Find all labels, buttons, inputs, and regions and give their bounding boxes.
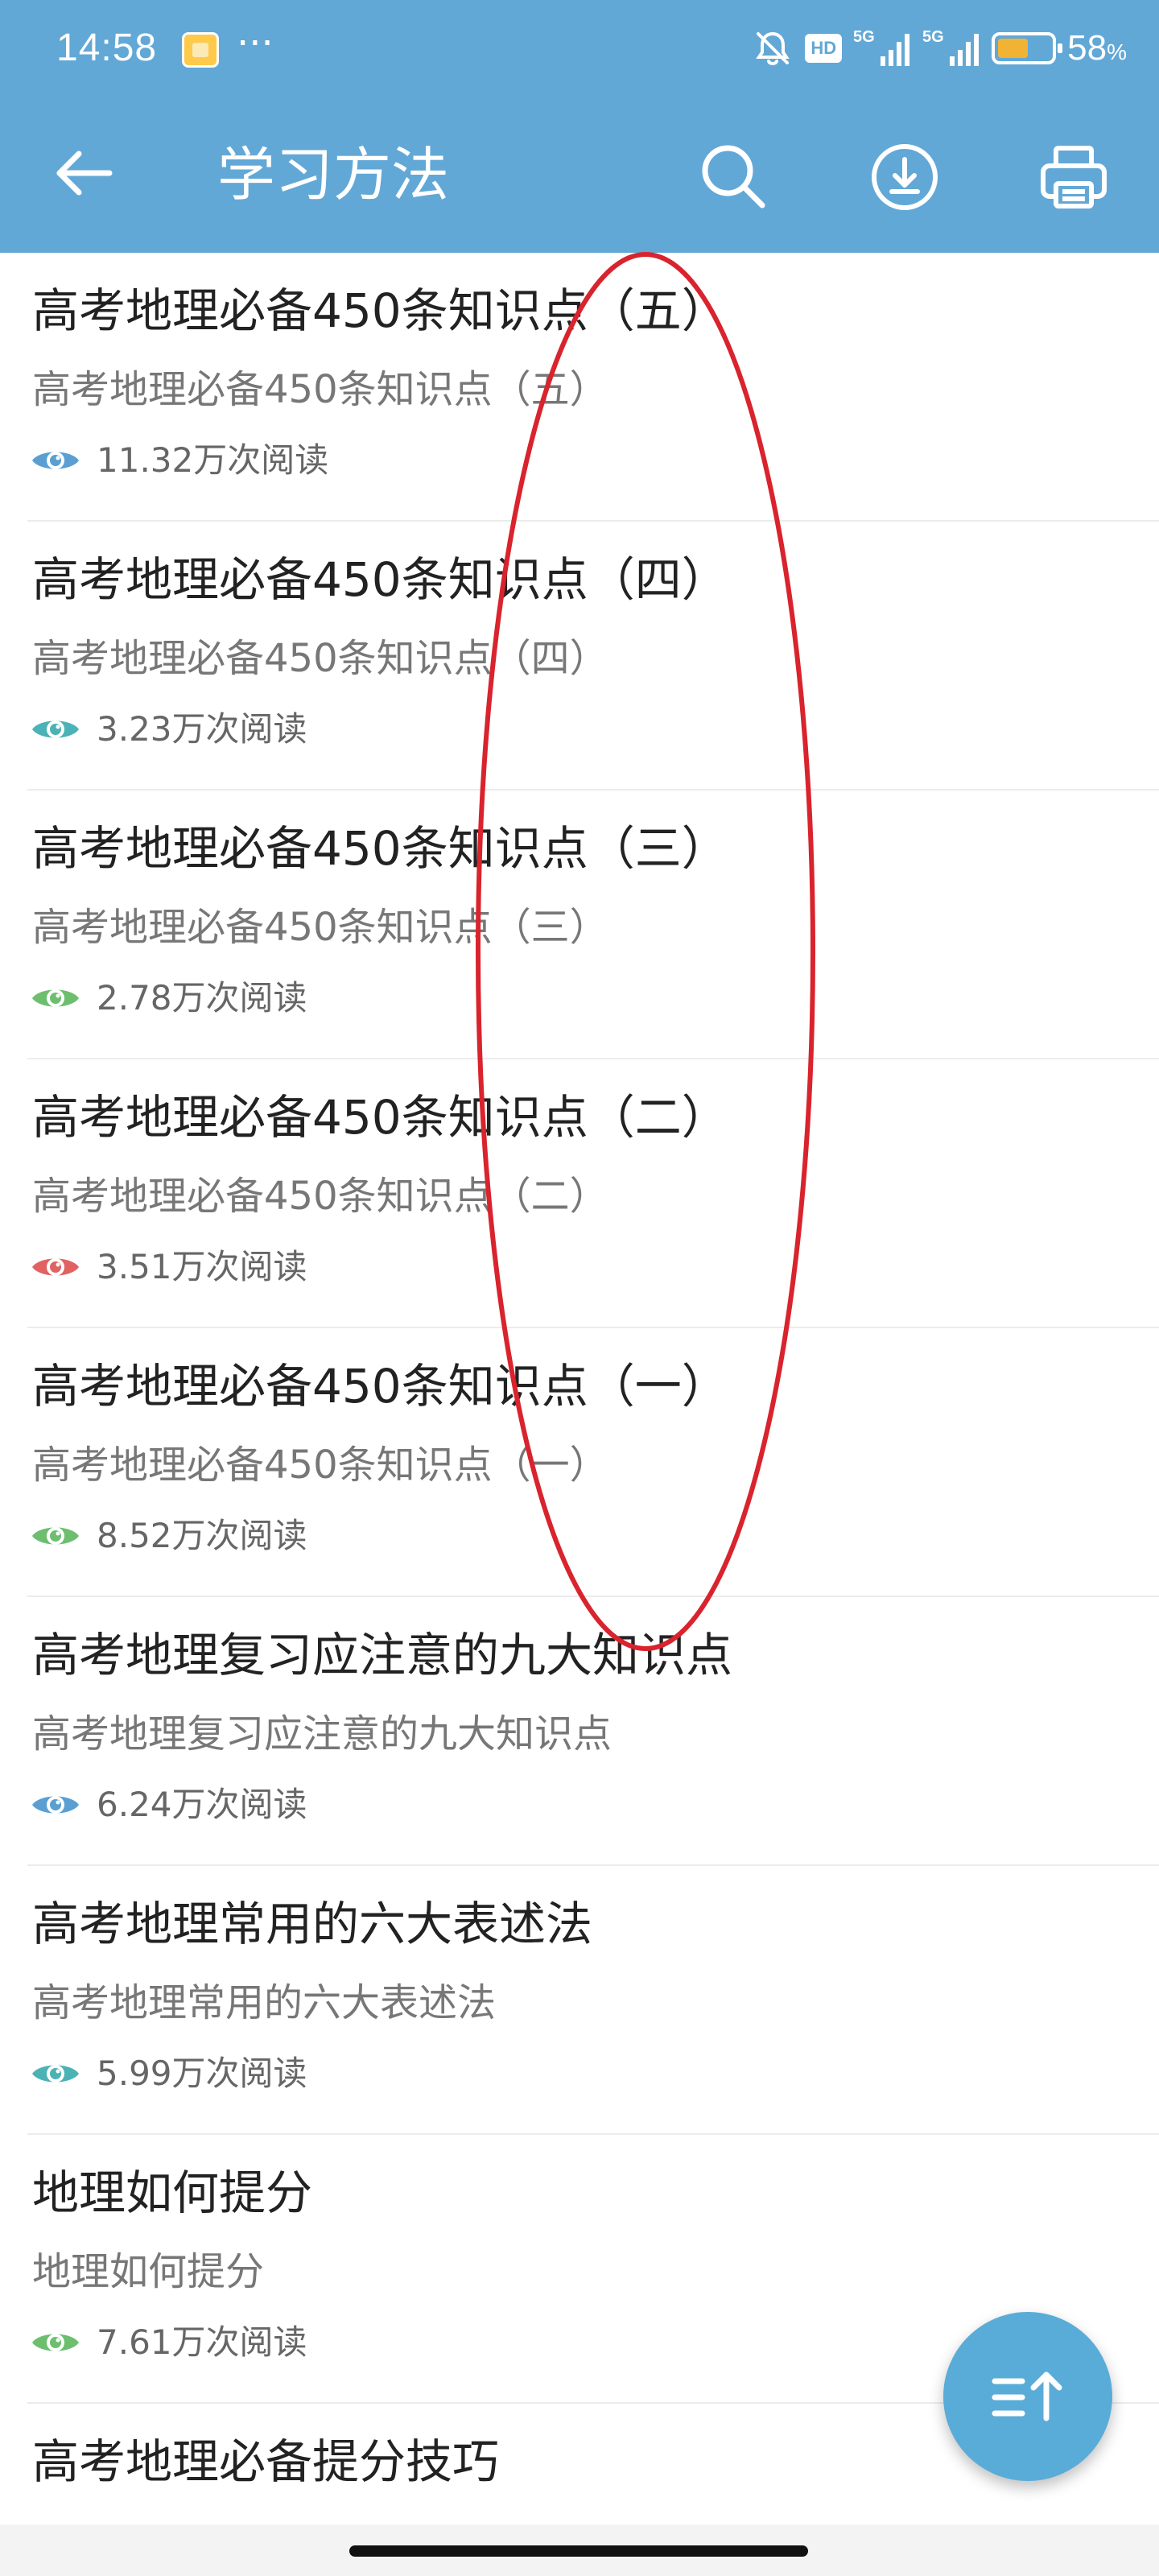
view-count: 2.78万次阅读: [31, 974, 307, 1022]
eye-icon: [32, 1796, 79, 1814]
list-item[interactable]: 高考地理复习应注意的九大知识点 高考地理复习应注意的九大知识点 6.24万次阅读: [27, 1597, 1159, 1866]
view-count-label: 6.24万次阅读: [97, 1785, 307, 1824]
article-subtitle: 高考地理必备450条知识点（三）: [32, 905, 608, 950]
view-count-label: 8.52万次阅读: [97, 1516, 307, 1555]
view-count: 7.61万次阅读: [31, 2318, 307, 2367]
article-title: 高考地理必备450条知识点（一）: [32, 1359, 728, 1414]
toolbar: 学习方法: [0, 103, 1159, 253]
article-subtitle: 高考地理必备450条知识点（二）: [32, 1174, 608, 1219]
view-count: 3.51万次阅读: [31, 1243, 307, 1291]
article-subtitle: 高考地理必备450条知识点（四）: [32, 636, 608, 681]
app-header: 14:58 ··· HD 5G 5G 58% 学习方法: [0, 0, 1159, 253]
view-count: 5.99万次阅读: [31, 2050, 307, 2098]
article-title: 高考地理必备450条知识点（二）: [32, 1090, 728, 1145]
eye-icon: [32, 2065, 79, 2083]
app-notification-icon: [182, 32, 219, 68]
view-count-label: 7.61万次阅读: [97, 2322, 307, 2362]
list-item[interactable]: 高考地理必备450条知识点（四） 高考地理必备450条知识点（四） 3.23万次阅读: [27, 522, 1159, 791]
view-count: 6.24万次阅读: [31, 1781, 307, 1829]
signal-icon: 5G: [853, 27, 911, 69]
view-count: 11.32万次阅读: [31, 436, 328, 485]
search-icon[interactable]: [694, 137, 774, 217]
download-icon[interactable]: [864, 137, 945, 217]
article-subtitle: 地理如何提分: [32, 2249, 265, 2294]
status-time: 14:58: [56, 27, 158, 69]
article-subtitle: 高考地理常用的六大表述法: [32, 1980, 497, 2025]
article-title: 高考地理必备提分技巧: [32, 2434, 500, 2489]
list-item[interactable]: 高考地理常用的六大表述法 高考地理常用的六大表述法 5.99万次阅读: [27, 1866, 1159, 2135]
network-5g-label-2: 5G: [922, 28, 944, 46]
article-title: 高考地理必备450条知识点（三）: [32, 821, 728, 876]
view-count: 8.52万次阅读: [31, 1512, 307, 1560]
list-item[interactable]: 高考地理必备450条知识点（一） 高考地理必备450条知识点（一） 8.52万次阅读: [27, 1328, 1159, 1597]
home-gesture-handle[interactable]: [349, 2545, 808, 2557]
article-subtitle: 高考地理必备450条知识点（五）: [32, 367, 608, 412]
view-count-label: 5.99万次阅读: [97, 2054, 307, 2093]
article-title: 高考地理必备450条知识点（五）: [32, 283, 728, 338]
status-indicators: HD 5G 5G 58%: [752, 24, 1127, 72]
system-nav-bar: [0, 2524, 1159, 2576]
list-item[interactable]: 高考地理必备450条知识点（五） 高考地理必备450条知识点（五） 11.32万次阅…: [27, 253, 1159, 522]
view-count: 3.23万次阅读: [31, 705, 307, 753]
eye-icon: [32, 720, 79, 738]
eye-icon: [32, 2334, 79, 2351]
article-subtitle: 高考地理必备450条知识点（一）: [32, 1443, 608, 1488]
eye-icon: [32, 452, 79, 469]
article-list: 高考地理必备450条知识点（五） 高考地理必备450条知识点（五） 11.32万次阅…: [0, 253, 1159, 2576]
arrow-left-icon[interactable]: [48, 137, 121, 209]
hd-badge: HD: [805, 34, 843, 63]
view-count-label: 3.23万次阅读: [97, 709, 307, 749]
view-count-label: 2.78万次阅读: [97, 978, 307, 1018]
print-icon[interactable]: [1033, 137, 1114, 217]
battery-icon: [992, 32, 1063, 64]
battery-percent: 58%: [1067, 28, 1127, 68]
article-title: 高考地理必备450条知识点（四）: [32, 552, 728, 607]
eye-icon: [32, 1258, 79, 1276]
view-count-label: 11.32万次阅读: [97, 440, 329, 480]
article-title: 高考地理常用的六大表述法: [32, 1897, 593, 1951]
article-subtitle: 高考地理复习应注意的九大知识点: [32, 1711, 612, 1757]
more-notifications: ···: [237, 21, 274, 66]
list-item[interactable]: 高考地理必备450条知识点（二） 高考地理必备450条知识点（二） 3.51万次阅读: [27, 1059, 1159, 1328]
view-count-label: 3.51万次阅读: [97, 1247, 307, 1286]
eye-icon: [32, 989, 79, 1007]
article-title: 地理如何提分: [32, 2165, 313, 2220]
mute-icon: [752, 27, 794, 69]
signal-icon-2: 5G: [922, 27, 980, 69]
list-item[interactable]: 高考地理必备450条知识点（三） 高考地理必备450条知识点（三） 2.78万次阅读: [27, 791, 1159, 1059]
article-title: 高考地理复习应注意的九大知识点: [32, 1628, 733, 1682]
network-5g-label: 5G: [853, 28, 875, 46]
page-title: 学习方法: [217, 141, 450, 208]
eye-icon: [32, 1527, 79, 1545]
status-bar: 14:58 ··· HD 5G 5G 58%: [0, 0, 1159, 103]
sort-ascending-icon[interactable]: [943, 2312, 1112, 2481]
